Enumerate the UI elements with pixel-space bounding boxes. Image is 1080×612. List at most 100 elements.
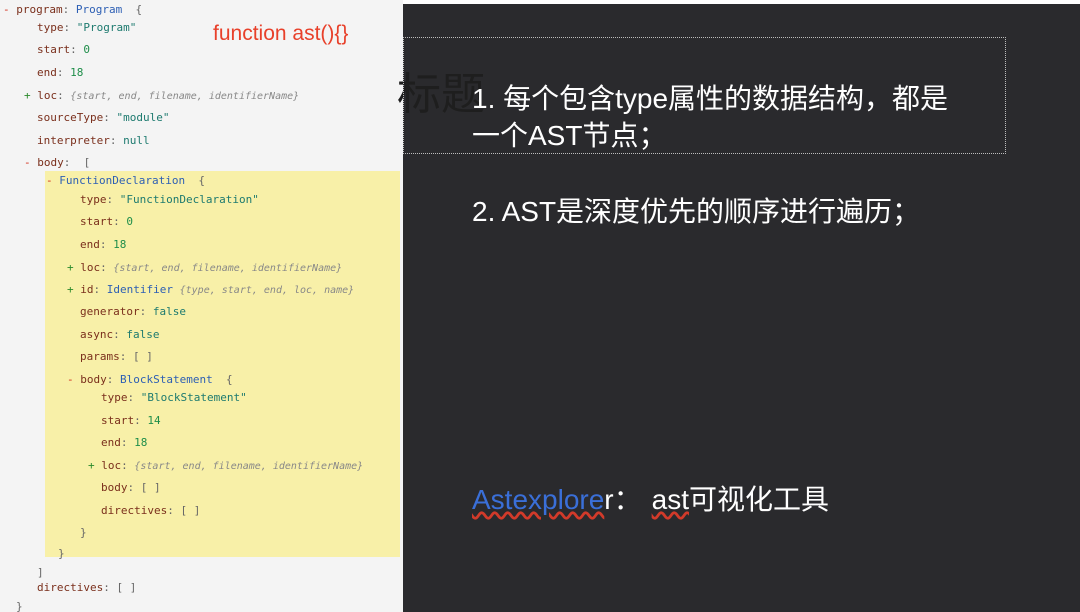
ast-tree-line[interactable]: - program: Program { bbox=[3, 3, 142, 17]
separator: ： bbox=[613, 484, 642, 515]
toggle-icon[interactable]: + bbox=[67, 283, 80, 296]
ast-token: body bbox=[37, 156, 64, 169]
ast-token: [ ] bbox=[133, 350, 153, 363]
astexplorer-link[interactable]: Astexplore bbox=[472, 484, 604, 515]
ast-token: : bbox=[139, 305, 153, 318]
ast-token: : bbox=[56, 66, 71, 79]
ast-tree-line[interactable]: + loc: {start, end, filename, identifier… bbox=[67, 261, 342, 276]
ast-token: { bbox=[185, 174, 205, 187]
ast-tree-line[interactable]: body: [ ] bbox=[101, 481, 161, 495]
ast-token: : bbox=[100, 261, 114, 274]
ast-tree-line[interactable]: end: 18 bbox=[37, 66, 83, 80]
ast-token: : bbox=[103, 111, 117, 124]
ast-token: null bbox=[123, 134, 150, 147]
ast-token: : bbox=[113, 328, 127, 341]
ast-tree-line[interactable]: start: 0 bbox=[37, 43, 90, 57]
ast-tree-line[interactable]: + loc: {start, end, filename, identifier… bbox=[88, 459, 363, 474]
ast-token: BlockStatement bbox=[120, 373, 213, 386]
ast-tree-line[interactable]: end: 18 bbox=[101, 436, 147, 450]
ast-tree-line[interactable]: start: 0 bbox=[80, 215, 133, 229]
point-2: 2. AST是深度优先的顺序进行遍历； bbox=[472, 196, 921, 227]
ast-tree-line[interactable]: directives: [ ] bbox=[101, 504, 200, 518]
link-tail: r bbox=[604, 484, 614, 515]
ast-token: "module" bbox=[116, 111, 170, 124]
ast-token: start bbox=[101, 414, 135, 427]
ast-token: "Program" bbox=[76, 21, 137, 34]
ast-token: FunctionDeclaration bbox=[59, 174, 186, 187]
ast-tree-panel: - program: Program { type: "Program" start… bbox=[0, 0, 403, 612]
ast-token: : [ bbox=[63, 156, 91, 169]
ast-token: [ ] bbox=[180, 504, 201, 517]
ast-token: : bbox=[57, 89, 71, 102]
ast-tree-line[interactable]: + loc: {start, end, filename, identifier… bbox=[24, 89, 299, 104]
ast-token: [ ] bbox=[140, 481, 161, 494]
ast-token: type bbox=[37, 21, 64, 34]
toggle-icon[interactable]: + bbox=[88, 459, 101, 472]
ast-tree-line[interactable]: ] bbox=[37, 566, 44, 580]
ast-tree-line[interactable]: - FunctionDeclaration { bbox=[46, 174, 205, 188]
ast-tree-line[interactable]: - body: [ bbox=[24, 156, 90, 170]
ast-token: : bbox=[119, 350, 133, 363]
ast-tree-line[interactable]: + id: Identifier {type, start, end, loc,… bbox=[67, 283, 354, 298]
ast-token: loc bbox=[101, 459, 122, 472]
ast-tree-line[interactable]: sourceType: "module" bbox=[37, 111, 169, 125]
ast-tree-line[interactable]: } bbox=[80, 526, 87, 540]
ast-word: ast bbox=[651, 484, 689, 515]
ast-token: type bbox=[101, 391, 128, 404]
ast-token: end bbox=[37, 66, 57, 79]
ast-tree-line[interactable]: type: "Program" bbox=[37, 21, 136, 35]
ast-tree-line[interactable]: type: "BlockStatement" bbox=[101, 391, 247, 405]
ast-token: start bbox=[80, 215, 114, 228]
ast-tree-line[interactable]: directives: [ ] bbox=[37, 581, 136, 595]
ast-token: loc bbox=[37, 89, 58, 102]
ast-token: } bbox=[16, 600, 23, 612]
ast-tree-line[interactable]: generator: false bbox=[80, 305, 186, 319]
ast-token: : bbox=[106, 193, 120, 206]
ast-token: 0 bbox=[126, 215, 133, 228]
ast-token: 14 bbox=[147, 414, 161, 427]
ast-tree-line[interactable]: } bbox=[58, 547, 65, 561]
toggle-icon[interactable]: - bbox=[46, 174, 59, 187]
ast-token: Identifier bbox=[106, 283, 173, 296]
ast-token: : bbox=[106, 373, 120, 386]
ast-tree-line[interactable]: async: false bbox=[80, 328, 160, 342]
ast-tree-line[interactable]: interpreter: null bbox=[37, 134, 150, 148]
ast-token: type bbox=[80, 193, 107, 206]
toggle-icon[interactable]: + bbox=[67, 261, 80, 274]
ast-token: { bbox=[212, 373, 233, 386]
ast-token: "BlockStatement" bbox=[140, 391, 247, 404]
ast-tree-line[interactable]: params: [ ] bbox=[80, 350, 153, 364]
ast-token: end bbox=[80, 238, 100, 251]
ast-token: body bbox=[80, 373, 107, 386]
ast-token: : bbox=[113, 215, 127, 228]
ast-token: 18 bbox=[134, 436, 148, 449]
ast-token: 0 bbox=[83, 43, 90, 56]
ast-token: : bbox=[109, 134, 124, 147]
code-annotation: function ast(){} bbox=[213, 22, 349, 45]
ast-token: sourceType bbox=[37, 111, 104, 124]
ast-token: {start, end, filename, identifierName} bbox=[70, 91, 300, 102]
ast-token: : bbox=[127, 481, 141, 494]
toggle-icon[interactable]: - bbox=[24, 156, 37, 169]
ast-token: : bbox=[99, 238, 114, 251]
ast-tree-line[interactable]: end: 18 bbox=[80, 238, 126, 252]
tool-line: Astexplorer： ast可视化工具 bbox=[472, 479, 829, 521]
ast-token: : bbox=[70, 43, 84, 56]
toggle-icon[interactable]: + bbox=[24, 89, 37, 102]
ast-token: } bbox=[58, 547, 65, 560]
toggle-icon[interactable]: - bbox=[3, 3, 16, 16]
ast-token: { bbox=[122, 3, 143, 16]
ast-token: directives bbox=[101, 504, 168, 517]
ast-tree-line[interactable]: start: 14 bbox=[101, 414, 161, 428]
ast-tree-line[interactable]: type: "FunctionDeclaration" bbox=[80, 193, 259, 207]
ast-token: : bbox=[120, 436, 135, 449]
ast-token: id bbox=[80, 283, 94, 296]
ast-token: params bbox=[80, 350, 120, 363]
ast-token: interpreter bbox=[37, 134, 110, 147]
screenshot-frame: - program: Program { type: "Program" start… bbox=[0, 0, 1080, 612]
toggle-icon[interactable]: - bbox=[67, 373, 80, 386]
ast-token bbox=[173, 283, 180, 296]
ast-token: "FunctionDeclaration" bbox=[119, 193, 259, 206]
ast-tree-line[interactable]: } bbox=[16, 600, 23, 612]
ast-tree-line[interactable]: - body: BlockStatement { bbox=[67, 373, 233, 387]
